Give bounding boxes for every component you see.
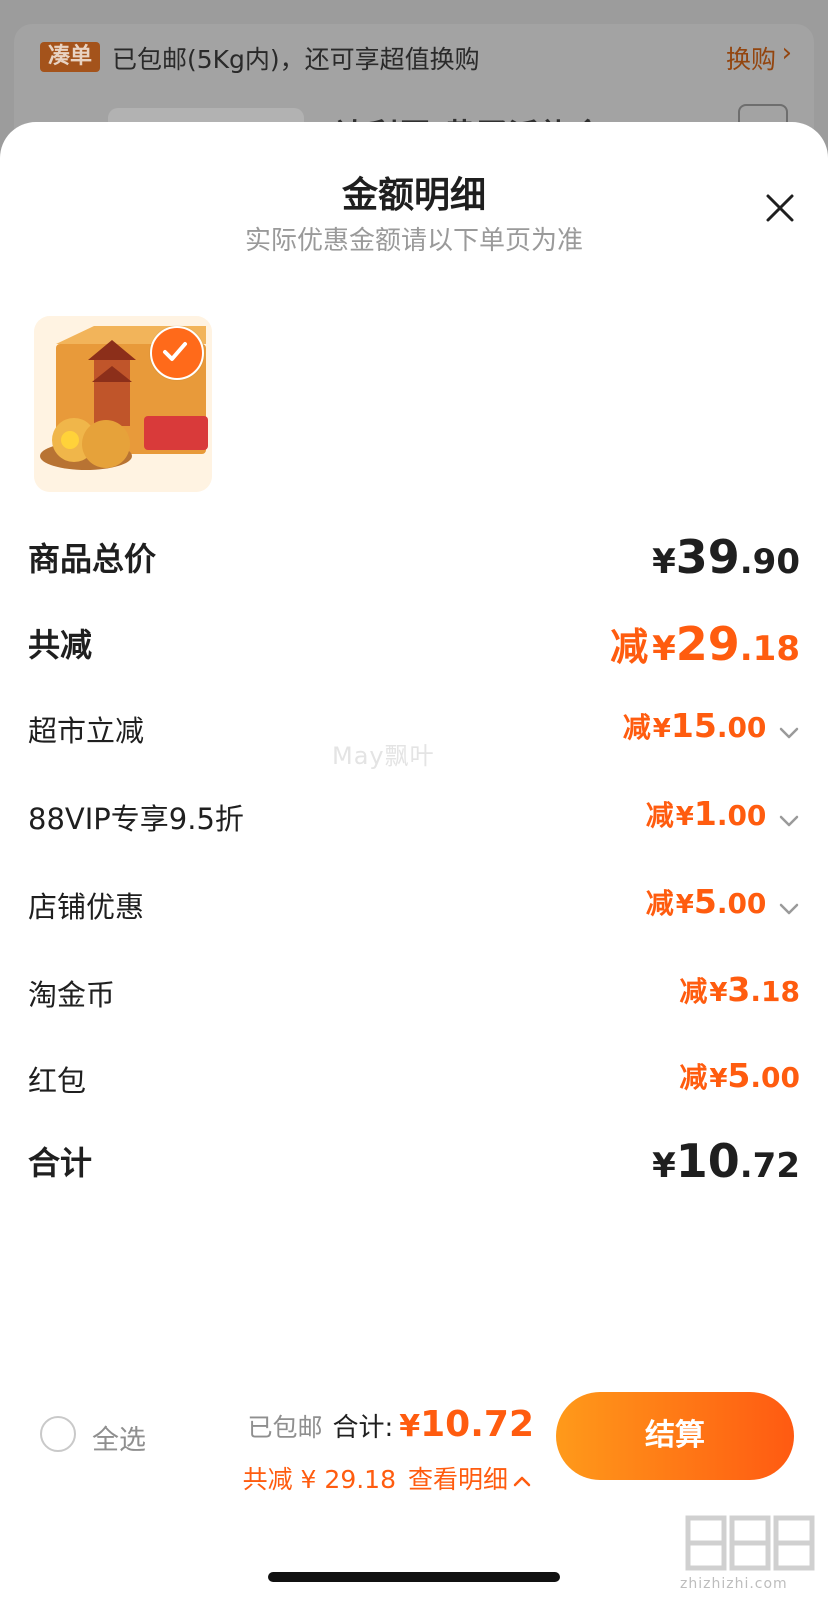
discount-item-value: 减¥5.00 bbox=[646, 882, 800, 922]
home-indicator bbox=[268, 1572, 560, 1582]
total-discount-row: 共减 减 ¥29.18 bbox=[28, 616, 800, 676]
chevron-down-icon[interactable] bbox=[778, 725, 800, 741]
discount-item-label: 淘金币 bbox=[28, 978, 116, 1012]
grand-total-row: 合计 ¥10.72 bbox=[28, 1134, 800, 1194]
discount-summary: 共减 ¥ 29.18 查看明细 bbox=[243, 1460, 532, 1496]
discount-item-value: 减¥15.00 bbox=[623, 706, 800, 746]
discount-item-value: 减¥1.00 bbox=[646, 794, 800, 834]
total-label: 合计: bbox=[332, 1413, 394, 1443]
watermark: May飘叶 bbox=[332, 742, 435, 770]
discount-item-label: 红包 bbox=[28, 1064, 87, 1098]
discount-item-label: 超市立减 bbox=[28, 714, 145, 748]
site-logo-text: zhizhizhi.com bbox=[680, 1576, 788, 1592]
discount-item-value: 减¥3.18 bbox=[679, 970, 800, 1009]
exchange-link[interactable]: 换购 bbox=[726, 40, 776, 76]
chevron-up-icon bbox=[513, 1476, 531, 1487]
sheet-title: 金额明细 bbox=[341, 175, 486, 216]
total-discount-value: 减 ¥29.18 bbox=[610, 617, 800, 671]
free-shipping-label: 已包邮 bbox=[247, 1413, 323, 1442]
grand-total-label: 合计 bbox=[28, 1144, 93, 1182]
discount-item-redpacket: 红包 减¥5.00 bbox=[28, 1056, 800, 1108]
checkout-button[interactable]: 结算 bbox=[556, 1392, 794, 1480]
grand-total-value: ¥10.72 bbox=[652, 1134, 800, 1188]
select-all-label[interactable]: 全选 bbox=[92, 1418, 146, 1457]
close-icon[interactable] bbox=[760, 188, 800, 228]
view-detail-link[interactable]: 查看明细 bbox=[408, 1465, 532, 1494]
goods-total-row: 商品总价 ¥39.90 bbox=[28, 530, 800, 590]
chevron-right-icon: › bbox=[781, 38, 792, 68]
shipping-banner-text: 已包邮(5Kg内)，还可享超值换购 bbox=[112, 45, 480, 74]
amount-detail-sheet: 金额明细 实际优惠金额请以下单页为准 商品总价 ¥39.90 共减 减 ¥29.… bbox=[0, 122, 828, 1598]
combine-order-tag: 凑单 bbox=[40, 42, 101, 72]
site-logo-icon bbox=[685, 1515, 815, 1571]
chevron-down-icon[interactable] bbox=[778, 813, 800, 829]
goods-total-label: 商品总价 bbox=[28, 540, 157, 578]
check-icon[interactable] bbox=[150, 326, 204, 380]
total-amount: 10.72 bbox=[420, 1404, 534, 1445]
total-discount-label: 共减 bbox=[28, 626, 93, 664]
goods-total-value: ¥39.90 bbox=[652, 530, 800, 584]
order-summary: 已包邮 合计: ¥10.72 bbox=[247, 1404, 534, 1445]
chevron-down-icon[interactable] bbox=[778, 901, 800, 917]
discount-item-store[interactable]: 店铺优惠 减¥5.00 bbox=[28, 882, 800, 934]
discount-item-88vip[interactable]: 88VIP专享9.5折 减¥1.00 bbox=[28, 794, 800, 846]
discount-item-label: 店铺优惠 bbox=[28, 890, 145, 924]
discount-summary-text: 共减 ¥ 29.18 bbox=[242, 1465, 396, 1494]
sheet-subtitle: 实际优惠金额请以下单页为准 bbox=[244, 226, 583, 256]
select-all-checkbox[interactable] bbox=[40, 1416, 76, 1452]
discount-item-taojinbi: 淘金币 减¥3.18 bbox=[28, 970, 800, 1022]
discount-item-value: 减¥5.00 bbox=[679, 1056, 800, 1095]
total-currency: ¥ bbox=[399, 1409, 421, 1444]
discount-item-label: 88VIP专享9.5折 bbox=[28, 802, 244, 836]
